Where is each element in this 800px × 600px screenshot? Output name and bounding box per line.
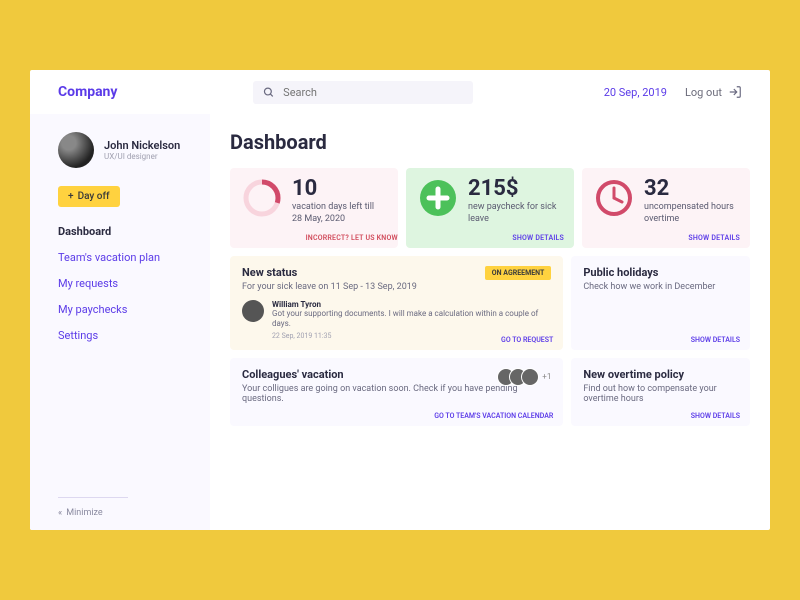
brand-logo[interactable]: Company [58, 84, 117, 100]
avatar [58, 132, 94, 168]
page-title: Dashboard [230, 130, 750, 154]
holidays-sub: Check how we work in December [583, 282, 738, 292]
overtime-card: 32 uncompensated hours overtime SHOW DET… [582, 168, 750, 248]
nav-my-paychecks[interactable]: My paychecks [58, 303, 190, 316]
paycheck-value: 215$ [468, 178, 562, 200]
profile-name: John Nickelson [104, 139, 180, 152]
nav-team-vacation[interactable]: Team's vacation plan [58, 251, 190, 264]
overtime-policy-card: New overtime policy Find out how to comp… [571, 358, 750, 426]
status-badge: ON AGREEMENT [485, 266, 552, 280]
ring-chart-icon [242, 178, 282, 218]
day-off-button[interactable]: + Day off [58, 186, 120, 207]
public-holidays-card: Public holidays Check how we work in Dec… [571, 256, 750, 350]
colleagues-vacation-card: Colleagues' vacation Your colligues are … [230, 358, 563, 426]
vacation-calendar-link[interactable]: GO TO TEAM'S VACATION CALENDAR [434, 412, 553, 420]
colleagues-sub: Your colligues are going on vacation soo… [242, 384, 551, 404]
row-2: New status For your sick leave on 11 Sep… [230, 256, 750, 350]
holidays-title: Public holidays [583, 266, 738, 279]
stats-row: 10 vacation days left till 28 May, 2020 … [230, 168, 750, 248]
colleague-avatar [521, 368, 539, 386]
paycheck-text: 215$ new paycheck for sick leave [468, 178, 562, 238]
profile-role: UX/UI designer [104, 152, 180, 161]
chevron-left-icon: « [58, 508, 62, 518]
logout-icon [728, 85, 742, 99]
logout-button[interactable]: Log out [685, 85, 742, 99]
minimize-label: Minimize [66, 508, 102, 518]
overtime-details-link[interactable]: SHOW DETAILS [688, 234, 740, 242]
new-status-card: New status For your sick leave on 11 Sep… [230, 256, 563, 350]
profile[interactable]: John Nickelson UX/UI designer [58, 132, 190, 168]
vacation-value: 10 [292, 178, 386, 200]
overtime-label: uncompensated hours overtime [644, 202, 738, 225]
policy-details-link[interactable]: SHOW DETAILS [691, 412, 740, 420]
sidebar-divider [58, 497, 128, 498]
logout-label: Log out [685, 86, 722, 99]
current-date: 20 Sep, 2019 [604, 86, 667, 99]
plus-icon: + [68, 191, 74, 202]
overtime-text: 32 uncompensated hours overtime [644, 178, 738, 238]
search-container[interactable] [253, 81, 473, 104]
search-icon [263, 86, 275, 99]
vacation-incorrect-link[interactable]: INCORRECT? LET US KNOW [306, 234, 398, 242]
policy-title: New overtime policy [583, 368, 738, 381]
main-content: Dashboard 10 vacation days left till 28 … [210, 114, 770, 530]
nav-settings[interactable]: Settings [58, 329, 190, 342]
topbar-right: 20 Sep, 2019 Log out [604, 85, 742, 99]
comment-avatar [242, 300, 264, 322]
profile-text: John Nickelson UX/UI designer [104, 139, 180, 161]
day-off-label: Day off [78, 191, 110, 202]
app-window: Company 20 Sep, 2019 Log out John Nickel… [30, 70, 770, 530]
vacation-label: vacation days left till 28 May, 2020 [292, 202, 386, 225]
comment-text: Got your supporting documents. I will ma… [272, 309, 551, 330]
paycheck-details-link[interactable]: SHOW DETAILS [512, 234, 564, 242]
nav-my-requests[interactable]: My requests [58, 277, 190, 290]
status-sub: For your sick leave on 11 Sep - 13 Sep, … [242, 282, 551, 292]
comment-name: William Tyron [272, 300, 551, 309]
search-input[interactable] [283, 86, 463, 99]
paycheck-card: 215$ new paycheck for sick leave SHOW DE… [406, 168, 574, 248]
paycheck-label: new paycheck for sick leave [468, 202, 562, 225]
minimize-button[interactable]: « Minimize [58, 508, 190, 518]
holidays-details-link[interactable]: SHOW DETAILS [691, 336, 740, 344]
comment-body: William Tyron Got your supporting docume… [272, 300, 551, 340]
colleague-avatars: +1 [497, 368, 551, 386]
sidebar: John Nickelson UX/UI designer + Day off … [30, 114, 210, 530]
row-3: Colleagues' vacation Your colligues are … [230, 358, 750, 426]
plus-circle-icon [418, 178, 458, 218]
status-comment: William Tyron Got your supporting docume… [242, 300, 551, 340]
vacation-days-card: 10 vacation days left till 28 May, 2020 … [230, 168, 398, 248]
policy-sub: Find out how to compensate your overtime… [583, 384, 738, 404]
overtime-value: 32 [644, 178, 738, 200]
vacation-text: 10 vacation days left till 28 May, 2020 [292, 178, 386, 238]
go-to-request-link[interactable]: GO TO REQUEST [501, 336, 553, 344]
nav-dashboard[interactable]: Dashboard [58, 225, 190, 238]
body: John Nickelson UX/UI designer + Day off … [30, 114, 770, 530]
nav: Dashboard Team's vacation plan My reques… [58, 225, 190, 342]
colleague-more: +1 [542, 372, 551, 381]
topbar: Company 20 Sep, 2019 Log out [30, 70, 770, 114]
clock-icon [594, 178, 634, 218]
